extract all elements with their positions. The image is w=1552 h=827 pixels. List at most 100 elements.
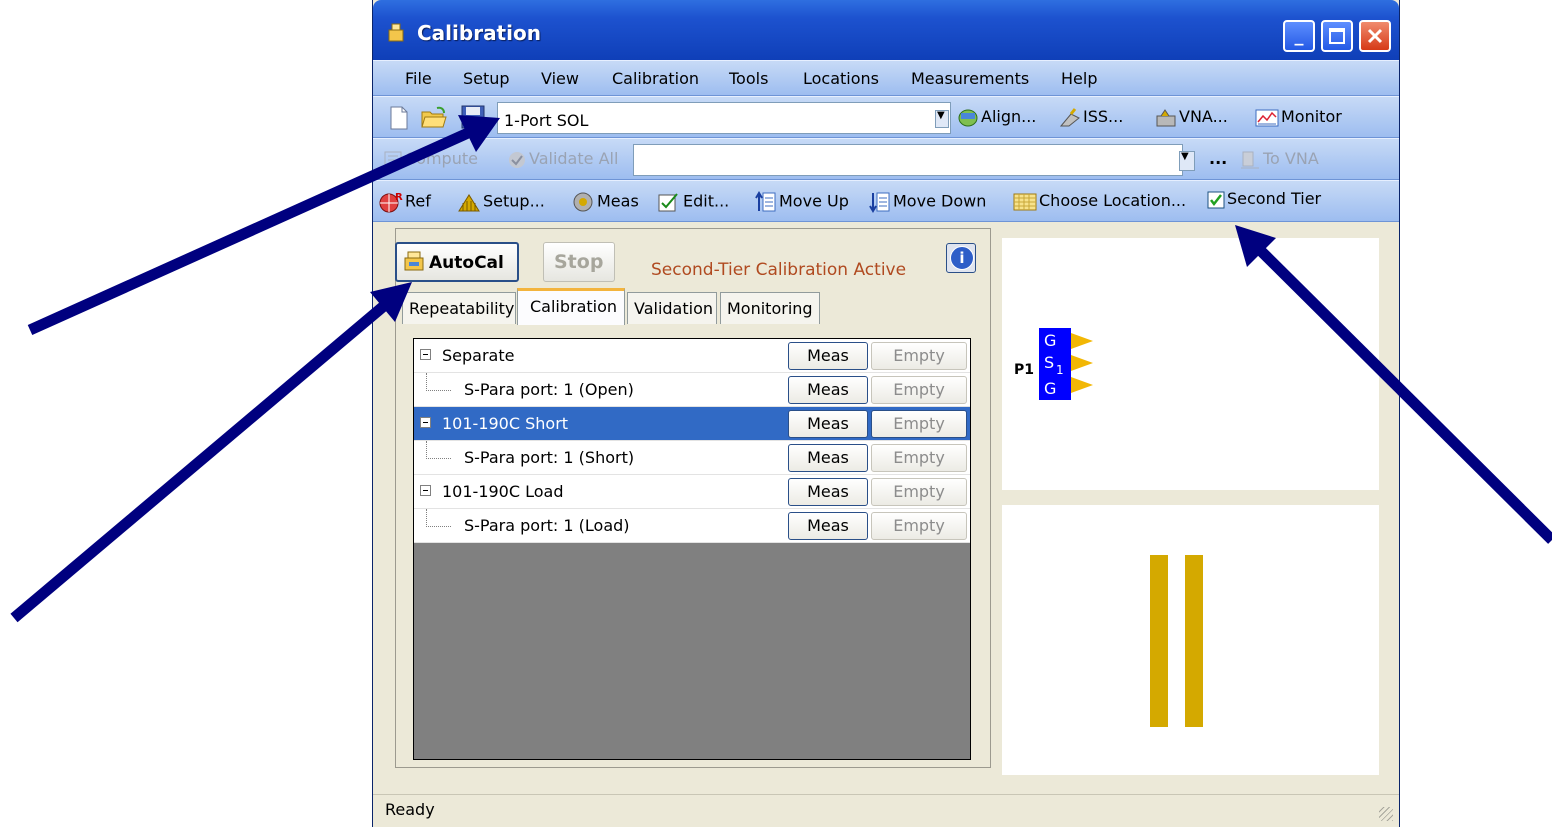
iss-button[interactable]: ISS... bbox=[1059, 107, 1123, 128]
resize-grip[interactable] bbox=[1379, 807, 1393, 821]
autocal-icon bbox=[404, 251, 424, 271]
status-button[interactable]: Empty bbox=[871, 376, 967, 404]
collapse-icon[interactable] bbox=[420, 417, 431, 428]
compute-button[interactable]: Compute bbox=[383, 149, 478, 170]
meas-button[interactable]: Meas bbox=[788, 444, 868, 472]
move-up-icon bbox=[755, 191, 776, 212]
collapse-icon[interactable] bbox=[420, 485, 431, 496]
standard-trace-left bbox=[1150, 555, 1168, 727]
collapse-icon[interactable] bbox=[420, 349, 431, 360]
menu-view[interactable]: View bbox=[541, 69, 579, 88]
second-tier-checkbox[interactable] bbox=[1207, 191, 1225, 209]
calibration-combo[interactable] bbox=[633, 144, 1183, 176]
info-button[interactable]: i bbox=[946, 243, 976, 273]
calibration-combo-dropdown[interactable]: ▼ bbox=[1179, 151, 1195, 171]
menu-measurements[interactable]: Measurements bbox=[911, 69, 1029, 88]
align-label: Align... bbox=[981, 107, 1037, 126]
vna-button[interactable]: VNA... bbox=[1155, 107, 1228, 128]
tree-row[interactable]: S-Para port: 1 (Short) Meas Empty bbox=[414, 441, 970, 475]
menu-file[interactable]: File bbox=[405, 69, 432, 88]
tree-row[interactable]: S-Para port: 1 (Load) Meas Empty bbox=[414, 509, 970, 543]
open-folder-icon[interactable] bbox=[421, 106, 447, 130]
callout-arrow-autocal bbox=[10, 300, 389, 623]
menu-calibration[interactable]: Calibration bbox=[612, 69, 699, 88]
tab-calibration[interactable]: Calibration bbox=[517, 288, 625, 325]
pin-signal-index: 1 bbox=[1056, 363, 1064, 377]
meas-button[interactable]: Meas bbox=[788, 410, 868, 438]
meas-icon bbox=[573, 192, 593, 212]
tree-row[interactable]: S-Para port: 1 (Open) Meas Empty bbox=[414, 373, 970, 407]
ref-label: Ref bbox=[405, 191, 431, 211]
row-label: 101-190C Short bbox=[442, 414, 569, 433]
pin-signal: S bbox=[1044, 353, 1054, 372]
chevron-down-icon: ▼ bbox=[937, 110, 945, 121]
cal-type-combo[interactable]: 1-Port SOL bbox=[497, 102, 951, 134]
monitor-button[interactable]: Monitor bbox=[1255, 107, 1342, 128]
validate-all-button[interactable]: Validate All bbox=[507, 149, 618, 170]
cal-type-dropdown[interactable]: ▼ bbox=[935, 110, 949, 128]
app-icon bbox=[388, 23, 404, 42]
status-button[interactable]: Empty bbox=[871, 342, 967, 370]
tree-row[interactable]: Separate Meas Empty bbox=[414, 339, 970, 373]
menu-bar: File Setup View Calibration Tools Locati… bbox=[373, 60, 1399, 96]
meas-button[interactable]: Meas bbox=[788, 376, 868, 404]
stop-button[interactable]: Stop bbox=[543, 242, 615, 282]
status-button[interactable]: Empty bbox=[871, 478, 967, 506]
new-file-icon[interactable] bbox=[389, 106, 409, 130]
monitor-label: Monitor bbox=[1281, 107, 1342, 126]
tree-connector bbox=[426, 509, 451, 527]
status-button[interactable]: Empty bbox=[871, 410, 967, 438]
browse-button[interactable]: ... bbox=[1209, 149, 1227, 168]
status-button[interactable]: Empty bbox=[871, 512, 967, 540]
menu-locations[interactable]: Locations bbox=[803, 69, 879, 88]
compute-label: Compute bbox=[405, 149, 478, 168]
monitor-icon bbox=[1255, 109, 1279, 126]
vna-label: VNA... bbox=[1179, 107, 1228, 126]
tab-monitoring[interactable]: Monitoring bbox=[720, 292, 820, 324]
tab-repeatability[interactable]: Repeatability bbox=[402, 292, 516, 324]
probe-tip-arrow bbox=[1071, 355, 1093, 371]
tree-row-selected[interactable]: 101-190C Short Meas Empty bbox=[414, 407, 970, 441]
row-label: S-Para port: 1 (Load) bbox=[464, 516, 630, 535]
tab-label: Validation bbox=[634, 299, 714, 318]
menu-tools[interactable]: Tools bbox=[729, 69, 768, 88]
meas-button[interactable]: Meas bbox=[788, 478, 868, 506]
short-standard-diagram bbox=[1150, 555, 1203, 727]
save-icon[interactable] bbox=[461, 105, 485, 129]
maximize-icon bbox=[1329, 28, 1345, 44]
autocal-button[interactable]: AutoCal bbox=[395, 242, 519, 282]
move-down-button[interactable]: Move Down bbox=[869, 191, 986, 213]
location-grid-icon bbox=[1013, 193, 1037, 210]
tab-validation[interactable]: Validation bbox=[627, 292, 717, 324]
title-bar[interactable]: Calibration _ bbox=[373, 0, 1399, 60]
choose-location-button[interactable]: Choose Location... bbox=[1013, 191, 1186, 212]
standard-view[interactable] bbox=[1002, 505, 1379, 775]
meas-button[interactable]: Meas bbox=[571, 191, 639, 213]
menu-help[interactable]: Help bbox=[1061, 69, 1097, 88]
validate-icon bbox=[509, 151, 525, 168]
meas-button[interactable]: Meas bbox=[788, 342, 868, 370]
meas-button[interactable]: Meas bbox=[788, 512, 868, 540]
second-tier-toggle[interactable]: Second Tier bbox=[1207, 189, 1321, 209]
row-label: 101-190C Load bbox=[442, 482, 564, 501]
to-vna-icon bbox=[1241, 151, 1259, 168]
minimize-button[interactable]: _ bbox=[1283, 20, 1315, 52]
tab-label: Repeatability bbox=[409, 299, 515, 318]
close-button[interactable] bbox=[1359, 20, 1391, 52]
probe-layout-view[interactable]: P1 G S 1 G bbox=[1002, 238, 1379, 490]
menu-setup[interactable]: Setup bbox=[463, 69, 510, 88]
toolbar-compute: Compute Validate All ▼ ... To VNA bbox=[373, 138, 1399, 180]
tree-row[interactable]: 101-190C Load Meas Empty bbox=[414, 475, 970, 509]
to-vna-button[interactable]: To VNA bbox=[1239, 149, 1319, 170]
toolbar-edit: R Ref Setup... Meas Edit... Move Up Move … bbox=[373, 180, 1399, 222]
align-button[interactable]: Align... bbox=[957, 107, 1036, 128]
edit-button[interactable]: Edit... bbox=[657, 191, 729, 213]
pin-ground-top: G bbox=[1044, 331, 1056, 350]
move-up-button[interactable]: Move Up bbox=[755, 191, 849, 213]
setup-button[interactable]: Setup... bbox=[457, 191, 545, 213]
maximize-button[interactable] bbox=[1321, 20, 1353, 52]
status-button[interactable]: Empty bbox=[871, 444, 967, 472]
window-title: Calibration bbox=[417, 21, 541, 45]
ref-button[interactable]: R Ref bbox=[379, 191, 431, 213]
tree-connector bbox=[426, 441, 451, 459]
